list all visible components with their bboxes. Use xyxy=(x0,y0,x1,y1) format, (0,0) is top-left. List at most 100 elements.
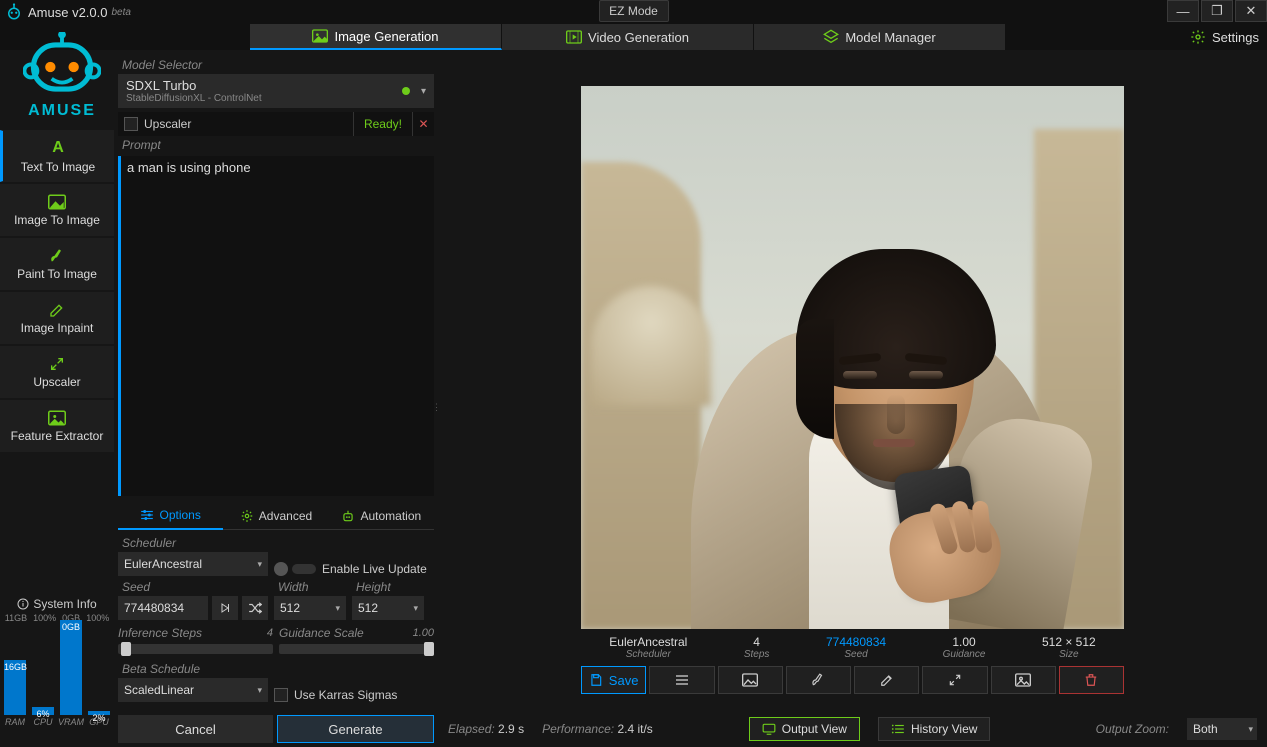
sliders-icon xyxy=(140,509,154,521)
sidenav-label: Text To Image xyxy=(21,160,95,174)
output-view-label: Output View xyxy=(782,722,847,736)
output-view-button[interactable]: Output View xyxy=(749,717,860,741)
window-close-button[interactable]: ✕ xyxy=(1235,0,1267,22)
meta-steps-label: Steps xyxy=(744,649,770,660)
upscaler-label: Upscaler xyxy=(144,117,191,131)
elapsed-label: Elapsed: xyxy=(448,722,495,736)
send-to-inpaint-button[interactable] xyxy=(854,666,919,694)
seed-label: Seed xyxy=(118,578,268,596)
ram-bar: 16GB xyxy=(4,660,26,715)
performance-label: Performance: xyxy=(542,722,614,736)
automation-tab[interactable]: Automation xyxy=(329,502,434,530)
options-tab[interactable]: Options xyxy=(118,502,223,530)
tab-model-manager[interactable]: Model Manager xyxy=(754,24,1006,50)
elapsed-value: 2.9 s xyxy=(498,722,524,736)
delete-button[interactable] xyxy=(1059,666,1124,694)
model-status-dot xyxy=(402,87,410,95)
height-select[interactable]: 512▾ xyxy=(352,596,424,620)
automation-tab-label: Automation xyxy=(360,509,421,523)
sys-top-a: 11GB xyxy=(5,613,27,623)
model-selector[interactable]: SDXL Turbo StableDiffusionXL - ControlNe… xyxy=(118,74,434,108)
gear-icon xyxy=(1190,29,1206,45)
gear-icon xyxy=(240,509,254,523)
prompt-input[interactable]: a man is using phone xyxy=(118,156,434,496)
seed-lock-button[interactable] xyxy=(212,596,238,620)
settings-button[interactable]: Settings xyxy=(1190,24,1259,50)
meta-guidance-label: Guidance xyxy=(943,649,986,660)
output-image[interactable] xyxy=(581,86,1124,629)
options-tab-label: Options xyxy=(159,508,200,522)
advanced-tab[interactable]: Advanced xyxy=(223,502,328,530)
list-icon xyxy=(891,723,905,735)
save-label: Save xyxy=(609,673,639,688)
tab-label: Video Generation xyxy=(588,30,689,45)
save-button[interactable]: Save xyxy=(581,666,646,694)
guidance-label: Guidance Scale xyxy=(279,626,407,640)
model-name: SDXL Turbo xyxy=(126,78,262,93)
window-minimize-button[interactable]: — xyxy=(1167,0,1199,22)
live-update-toggle[interactable] xyxy=(274,562,288,576)
sidenav-image-to-image[interactable]: Image To Image xyxy=(0,184,114,236)
scheduler-select[interactable]: EulerAncestral▾ xyxy=(118,552,268,576)
window-maximize-button[interactable]: ❐ xyxy=(1201,0,1233,22)
width-select[interactable]: 512▾ xyxy=(274,596,346,620)
expand-icon xyxy=(49,356,65,372)
guidance-slider[interactable] xyxy=(279,644,434,654)
send-to-paint-button[interactable] xyxy=(786,666,851,694)
meta-steps: 4 xyxy=(753,635,760,649)
sidenav-text-to-image[interactable]: A Text To Image xyxy=(0,130,114,182)
info-icon xyxy=(17,598,29,610)
image-icon xyxy=(312,29,328,43)
sidenav-label: Paint To Image xyxy=(17,267,97,281)
karras-label: Use Karras Sigmas xyxy=(294,688,397,702)
meta-size: 512 × 512 xyxy=(1042,635,1096,649)
film-icon xyxy=(566,30,582,44)
gpu-bar: 2% xyxy=(88,711,110,715)
generate-button[interactable]: Generate xyxy=(277,715,434,743)
robot-icon xyxy=(341,509,355,523)
sidenav-upscaler[interactable]: Upscaler xyxy=(0,346,114,398)
cancel-button[interactable]: Cancel xyxy=(118,715,273,743)
scheduler-label: Scheduler xyxy=(118,534,268,552)
send-to-img2img-button[interactable] xyxy=(718,666,783,694)
karras-checkbox[interactable] xyxy=(274,688,288,702)
layers-icon xyxy=(823,29,839,45)
height-label: Height xyxy=(352,578,424,596)
upscaler-checkbox[interactable] xyxy=(124,117,138,131)
sidenav-image-inpaint[interactable]: Image Inpaint xyxy=(0,292,114,344)
prompt-label: Prompt xyxy=(118,136,434,154)
sidenav-feature-extractor[interactable]: Feature Extractor xyxy=(0,400,114,452)
meta-seed-label: Seed xyxy=(844,649,867,660)
meta-seed[interactable]: 774480834 xyxy=(826,635,886,649)
send-to-upscale-button[interactable] xyxy=(922,666,987,694)
beta-select[interactable]: ScaledLinear▾ xyxy=(118,678,268,702)
cpu-bar: 6% xyxy=(32,707,54,715)
performance-value: 2.4 it/s xyxy=(617,722,652,736)
model-subtitle: StableDiffusionXL - ControlNet xyxy=(126,93,262,104)
sidenav-paint-to-image[interactable]: Paint To Image xyxy=(0,238,114,290)
ram-label: RAM xyxy=(5,717,25,727)
app-logo-text: AMUSE xyxy=(28,102,96,120)
tab-video-generation[interactable]: Video Generation xyxy=(502,24,754,50)
steps-value: 4 xyxy=(267,627,273,639)
live-update-track[interactable] xyxy=(292,564,316,574)
info-button[interactable] xyxy=(649,666,714,694)
steps-slider[interactable] xyxy=(118,644,273,654)
zoom-select[interactable]: Both▾ xyxy=(1187,718,1257,740)
tab-label: Image Generation xyxy=(334,29,438,44)
sidenav-label: Image To Image xyxy=(14,213,100,227)
tab-image-generation[interactable]: Image Generation xyxy=(250,24,502,50)
beta-label: Beta Schedule xyxy=(118,660,268,678)
guidance-value: 1.00 xyxy=(413,627,434,639)
app-badge: beta xyxy=(112,7,131,18)
send-to-feature-button[interactable] xyxy=(991,666,1056,694)
seed-random-button[interactable] xyxy=(242,596,268,620)
seed-input[interactable]: 774480834 xyxy=(118,596,208,620)
unload-model-button[interactable]: ✕ xyxy=(412,112,434,136)
vram-bar: 0GB xyxy=(60,620,82,715)
vram-label: VRAM xyxy=(58,717,84,727)
edit-icon xyxy=(49,302,65,318)
history-view-button[interactable]: History View xyxy=(878,717,990,741)
image-plus-icon xyxy=(48,410,66,426)
ez-mode-button[interactable]: EZ Mode xyxy=(599,0,669,22)
